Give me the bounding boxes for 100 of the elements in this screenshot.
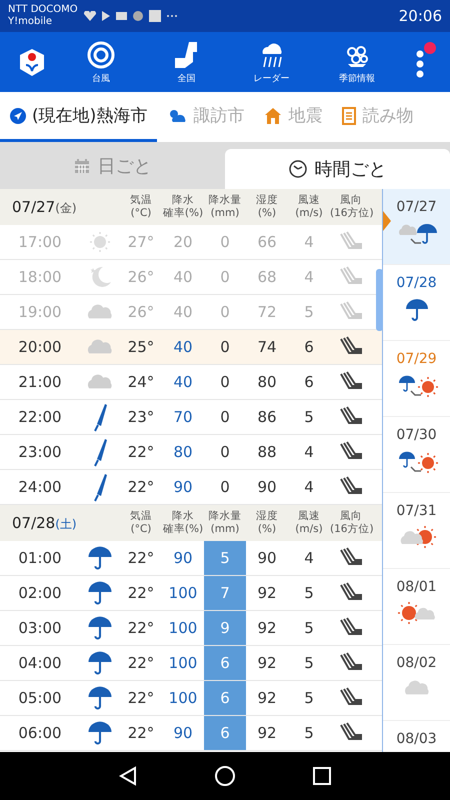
home-icon xyxy=(214,765,236,787)
recents-button[interactable] xyxy=(313,767,332,785)
column-heading: 湿度 (%) xyxy=(255,194,279,220)
humidity-cell-text: 90 xyxy=(256,477,278,498)
umbrella-icon xyxy=(86,650,114,676)
day-date: 08/03 xyxy=(396,731,437,747)
house-icon xyxy=(264,106,282,124)
wind-speed-cell-text: 4 xyxy=(303,267,315,288)
time-cell-text: 02:00 xyxy=(17,583,63,604)
sun-icon xyxy=(87,229,113,255)
wind-speed-cell-text: 5 xyxy=(303,407,315,428)
humidity-cell-text: 92 xyxy=(256,723,278,744)
humidity-cell-text: 92 xyxy=(256,688,278,709)
precip-amount-cell-text: 0 xyxy=(219,337,231,358)
toolbar-button[interactable]: レーダー xyxy=(242,40,302,84)
umbrella-icon xyxy=(86,720,114,746)
home-button[interactable] xyxy=(214,765,236,787)
toolbar-button[interactable]: 全国 xyxy=(156,40,216,84)
humidity-cell-text: 86 xyxy=(256,407,278,428)
precip-chance-cell-text: 70 xyxy=(172,407,194,428)
time-cell-text: 24:00 xyxy=(17,477,63,498)
humidity-cell-text: 68 xyxy=(256,267,278,288)
column-heading: 気温 (°C) xyxy=(129,194,153,220)
precip-amount-cell: 5 xyxy=(204,541,246,575)
mail-icon xyxy=(116,12,127,20)
temperature-cell-text: 27° xyxy=(126,232,156,253)
temperature-cell-text: 22° xyxy=(126,618,156,639)
wind-speed-cell-text: 5 xyxy=(303,723,315,744)
precip-amount-cell-text: 0 xyxy=(219,407,231,428)
precip-amount-cell: 6 xyxy=(204,646,246,680)
column-heading: 風向 (16方位) xyxy=(330,194,372,220)
column-heading: 降水量 (mm) xyxy=(208,510,242,536)
wind-speed-cell-text: 5 xyxy=(303,302,315,323)
precip-chance-cell-text: 90 xyxy=(172,477,194,498)
temperature-cell-text: 22° xyxy=(126,583,156,604)
humidity-cell-text: 74 xyxy=(256,337,278,358)
temperature-cell-text: 22° xyxy=(126,723,156,744)
time-cell-text: 22:00 xyxy=(17,407,63,428)
umbrella-icon xyxy=(86,615,114,641)
humidity-cell-text: 88 xyxy=(256,442,278,463)
clock-icon xyxy=(288,160,306,178)
umbrella-icon xyxy=(86,685,114,711)
temperature-cell-text: 22° xyxy=(126,477,156,498)
back-button[interactable] xyxy=(118,766,137,786)
carrier-name: Y!mobile xyxy=(8,16,54,28)
temperature-cell-text: 22° xyxy=(126,688,156,709)
umbrella-icon xyxy=(404,297,430,321)
precip-amount-cell-text: 0 xyxy=(219,302,231,323)
temperature-cell-text: 22° xyxy=(126,653,156,674)
view-mode-tab[interactable]: 時間ごと xyxy=(225,149,450,189)
umbrella-icon xyxy=(86,545,114,571)
toolbar-button[interactable]: 台風 xyxy=(71,40,132,84)
wind-speed-cell-text: 5 xyxy=(303,688,315,709)
temperature-cell-text: 22° xyxy=(126,442,156,463)
day-date: 07/28 xyxy=(396,275,437,291)
column-heading: 風向 (16方位) xyxy=(330,510,372,536)
time-cell-text: 03:00 xyxy=(17,618,63,639)
column-heading: 降水量 (mm) xyxy=(208,194,242,220)
document-icon xyxy=(342,106,356,124)
play-icon xyxy=(102,11,110,21)
temperature-cell-text: 26° xyxy=(126,302,156,323)
precip-amount-cell: 7 xyxy=(204,576,246,610)
day-date: 07/30 xyxy=(396,427,437,443)
wind-speed-cell-text: 5 xyxy=(303,618,315,639)
precip-amount-cell-text: 0 xyxy=(219,477,231,498)
temperature-cell-text: 24° xyxy=(126,372,156,393)
toolbar-button[interactable]: 季節情報 xyxy=(326,40,387,84)
carrier-name: NTT DOCOMO xyxy=(8,4,78,16)
date-heading: 07/28(土) xyxy=(11,514,78,532)
wind-speed-cell-text: 4 xyxy=(303,477,315,498)
wind-speed-cell-text: 6 xyxy=(303,372,315,393)
scroll-thumb[interactable] xyxy=(376,269,383,331)
day-date: 08/01 xyxy=(396,579,437,595)
column-heading: 降水 確率(%) xyxy=(162,510,204,536)
precip-chance-cell-text: 40 xyxy=(172,372,194,393)
precip-chance-cell-text: 90 xyxy=(172,548,194,569)
humidity-cell-text: 72 xyxy=(256,302,278,323)
precip-chance-cell-text: 40 xyxy=(172,267,194,288)
column-heading: 風速 (m/s) xyxy=(294,510,324,536)
temperature-cell-text: 22° xyxy=(126,548,156,569)
column-heading: 湿度 (%) xyxy=(255,510,279,536)
humidity-cell-text: 80 xyxy=(256,372,278,393)
sun-cloud-icon xyxy=(167,108,188,124)
humidity-cell-text: 92 xyxy=(256,583,278,604)
day-date: 07/27 xyxy=(396,199,437,215)
precip-chance-cell-text: 100 xyxy=(168,688,198,709)
precip-amount-cell: 6 xyxy=(204,681,246,715)
precip-amount-cell-text: 0 xyxy=(219,267,231,288)
precip-amount-cell-text: 0 xyxy=(219,232,231,253)
time-cell-text: 17:00 xyxy=(17,232,63,253)
column-heading: 降水 確率(%) xyxy=(162,194,204,220)
temperature-cell-text: 25° xyxy=(126,337,156,358)
day-item[interactable]: 07/27 xyxy=(383,189,450,265)
clock-time: 20:06 xyxy=(398,7,442,25)
humidity-cell-text: 66 xyxy=(256,232,278,253)
wind-speed-cell-text: 6 xyxy=(303,337,315,358)
time-cell-text: 06:00 xyxy=(17,723,63,744)
wind-speed-cell-text: 5 xyxy=(303,583,315,604)
precip-amount-cell: 9 xyxy=(204,611,246,645)
recents-icon xyxy=(313,767,332,785)
